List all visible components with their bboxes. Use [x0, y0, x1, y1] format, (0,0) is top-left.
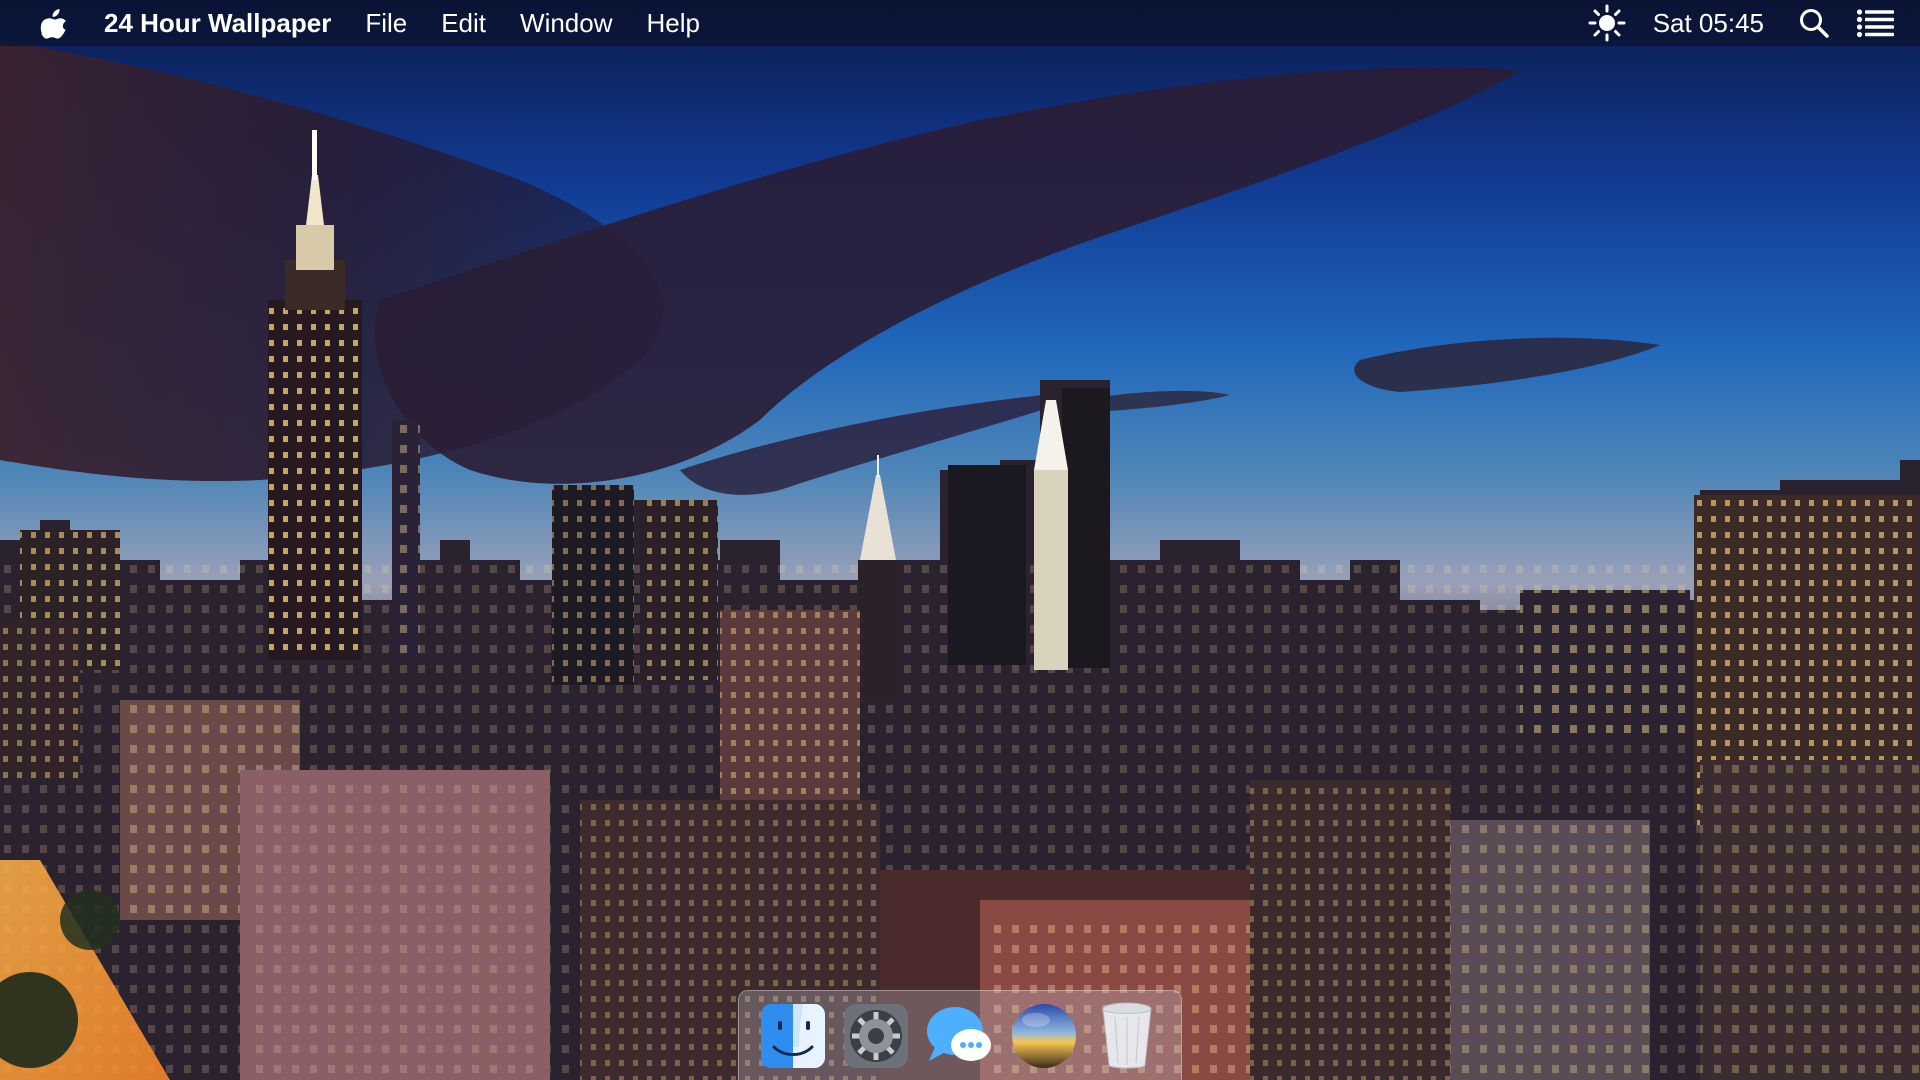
- menu-bar-left: 24 Hour Wallpaper File Edit Window Help: [0, 0, 717, 46]
- list-icon[interactable]: [1856, 3, 1896, 43]
- menu-window[interactable]: Window: [503, 0, 629, 46]
- sun-icon[interactable]: [1587, 3, 1627, 43]
- menu-edit[interactable]: Edit: [424, 0, 503, 46]
- menu-file[interactable]: File: [348, 0, 424, 46]
- sphere-icon[interactable]: [1008, 1000, 1080, 1072]
- menu-bar: 24 Hour Wallpaper File Edit Window Help: [0, 0, 1920, 46]
- desktop: 24 Hour Wallpaper File Edit Window Help: [0, 0, 1920, 1080]
- search-icon[interactable]: [1794, 3, 1834, 43]
- gear-icon[interactable]: [840, 1000, 912, 1072]
- dock: [738, 990, 1182, 1080]
- menu-bar-clock[interactable]: Sat 05:45: [1627, 8, 1794, 39]
- apple-logo-icon[interactable]: [36, 5, 72, 41]
- finder-icon[interactable]: [757, 1000, 829, 1072]
- trash-icon[interactable]: [1091, 1000, 1163, 1072]
- app-menu-24-hour-wallpaper[interactable]: 24 Hour Wallpaper: [96, 0, 348, 46]
- menu-help[interactable]: Help: [630, 0, 717, 46]
- menu-bar-status-area: Sat 05:45: [1587, 0, 1920, 46]
- city-skyline-wallpaper: [0, 0, 1920, 1080]
- chat-bubble-icon[interactable]: [924, 1000, 996, 1072]
